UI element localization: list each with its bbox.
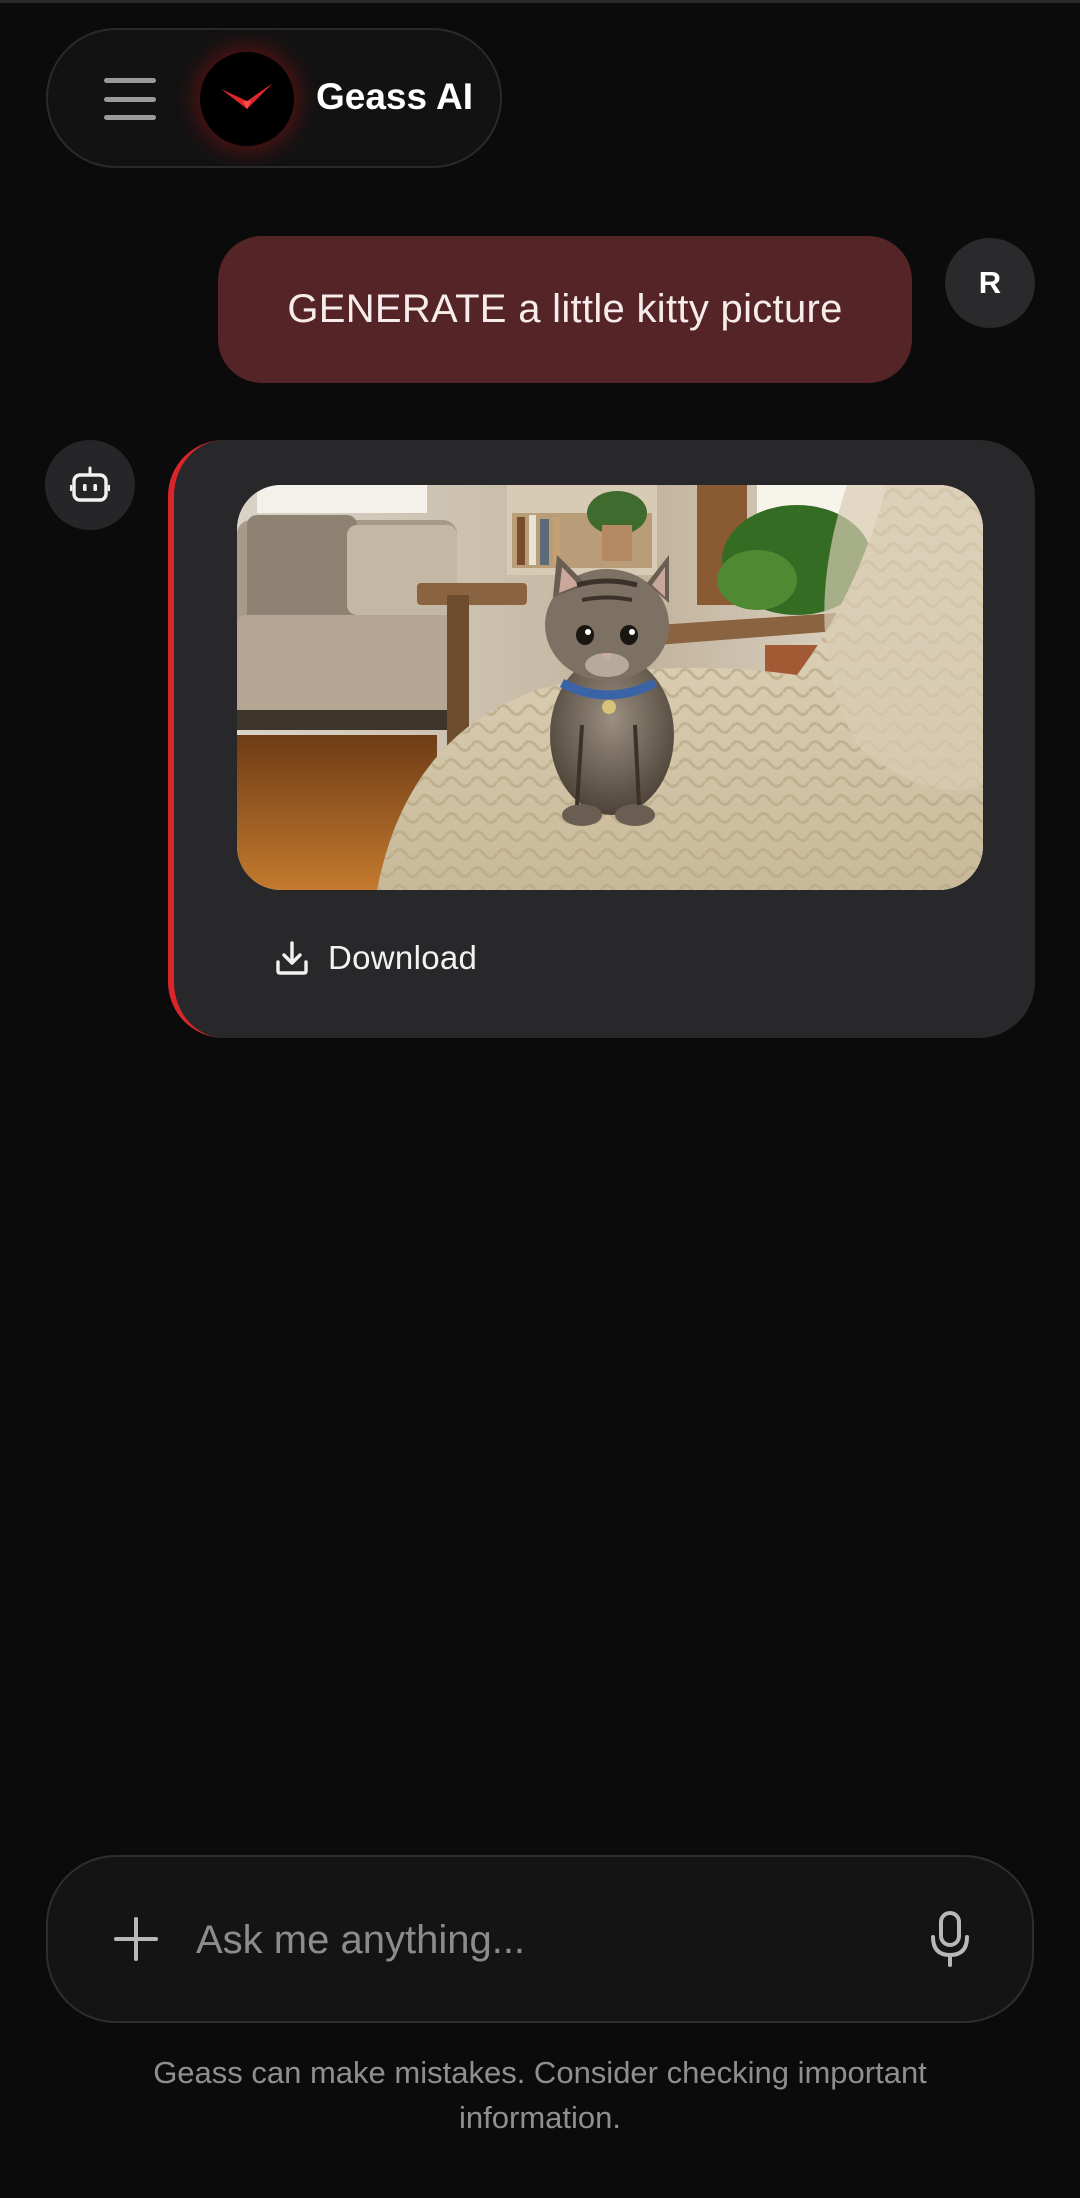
microphone-icon[interactable] <box>920 1909 980 1969</box>
menu-line <box>104 78 156 83</box>
chat-input-bar <box>46 1855 1034 2023</box>
robot-icon <box>45 440 135 530</box>
generated-kitten-image[interactable] <box>237 485 983 890</box>
plus-icon[interactable] <box>112 1915 160 1963</box>
app-title: Geass AI <box>316 76 473 117</box>
download-label: Download <box>328 939 478 976</box>
menu-line <box>104 115 156 120</box>
chat-input[interactable] <box>194 1899 918 1981</box>
chat-screen: Geass AI GENERATE a little kitty picture… <box>0 0 1080 2198</box>
user-avatar[interactable]: R <box>945 238 1035 328</box>
download-icon <box>276 941 308 975</box>
user-avatar-initial: R <box>978 265 1002 300</box>
disclaimer-text: Geass can make mistakes. Consider checki… <box>153 2055 927 2135</box>
header-bar: Geass AI <box>46 28 502 168</box>
user-message-text: GENERATE a little kitty picture <box>287 287 843 331</box>
user-message-bubble: GENERATE a little kitty picture <box>218 236 912 383</box>
bot-message-card: Download <box>168 440 1035 1038</box>
download-button[interactable]: Download <box>274 930 477 986</box>
menu-line <box>104 96 156 102</box>
geass-logo-icon <box>200 52 294 146</box>
top-divider <box>0 0 1080 3</box>
hamburger-menu-icon[interactable] <box>104 78 156 120</box>
